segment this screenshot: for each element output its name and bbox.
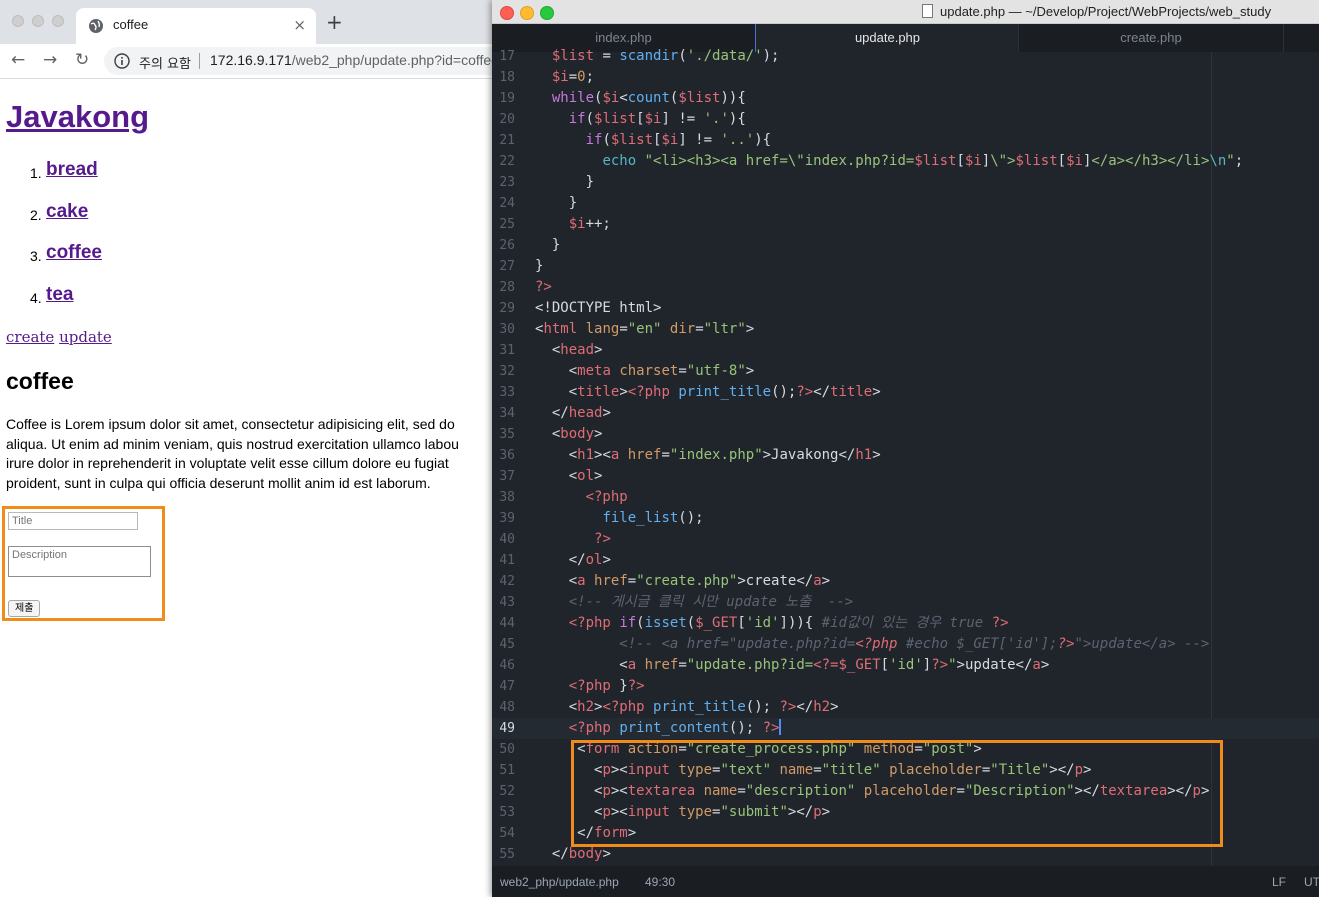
code-line: 32 <meta charset="utf-8"> (499, 363, 755, 379)
list-item: 1. bread (30, 159, 102, 201)
code-line: 36 <h1><a href="index.php">Javakong</h1> (499, 447, 881, 463)
tab-title: coffee (113, 17, 149, 32)
globe-icon (89, 19, 103, 33)
code-line: 33 <title><?php print_title();?></title> (499, 384, 881, 400)
code-line: 28 ?> (499, 279, 552, 295)
new-tab-button[interactable]: + (326, 12, 343, 32)
code-line: 19 while($i<count($list)){ (499, 90, 746, 106)
update-form: 제출 (2, 506, 165, 621)
text-caret (779, 719, 782, 735)
title-input[interactable] (8, 512, 138, 530)
code-line: 34 </head> (499, 405, 611, 421)
code-line: 44 <?php if(isset($_GET['id'])){ #id값이 있… (499, 615, 1009, 631)
close-tab-icon[interactable]: × (293, 16, 306, 34)
code-line: 18 $i=0; (499, 69, 595, 85)
code-line: 23 } (499, 174, 595, 190)
editor-close-button[interactable] (500, 6, 514, 20)
site-title: Javakong (6, 99, 149, 135)
list-number: 4. (30, 290, 42, 307)
code-line: 17 $list = scandir('./data/'); (499, 48, 780, 64)
list-number: 1. (30, 165, 42, 181)
code-line: 24 } (499, 195, 578, 211)
code-line: 29 <!DOCTYPE html> (499, 300, 662, 316)
code-line: 21 if($list[$i] != '..'){ (499, 132, 772, 148)
body-line: Coffee is Lorem ipsum dolor sit amet, co… (6, 416, 455, 432)
code-line: 20 if($list[$i] != '.'){ (499, 111, 746, 127)
code-line: 45 <!-- <a href="update.php?id=<?php #ec… (499, 636, 1210, 652)
code-line: 31 <head> (499, 342, 603, 358)
list-number: 2. (30, 206, 42, 223)
editor-window: update.php — ~/Develop/Project/WebProjec… (492, 0, 1319, 897)
code-line: 48 <h2><?php print_title(); ?></h2> (499, 699, 839, 715)
code-line: 37 <ol> (499, 468, 603, 484)
status-cursor-position[interactable]: 49:30 (645, 875, 675, 889)
status-line-ending[interactable]: LF (1272, 875, 1286, 889)
url-path: /web2_php/update.php?id=coffee (291, 52, 499, 68)
zoom-window-button[interactable] (52, 15, 64, 27)
code-line: 22 echo "<li><h3><a href=\"index.php?id=… (499, 153, 1244, 169)
security-warning[interactable]: 주의 요함 (139, 53, 191, 72)
code-line: 41 </ol> (499, 552, 611, 568)
address-separator (199, 53, 200, 69)
file-link-coffee[interactable]: coffee (46, 242, 102, 263)
forward-arrow-icon[interactable]: → (43, 50, 57, 70)
editor-titlebar: update.php — ~/Develop/Project/WebProjec… (492, 0, 1319, 24)
code-line: 27} (499, 258, 544, 274)
code-line: 43 <!-- 게시글 클릭 시만 update 노출 --> (499, 594, 854, 610)
form-code-highlight (571, 740, 1223, 847)
page-heading: coffee (6, 368, 74, 394)
code-line: 38 <?php (499, 489, 628, 505)
status-file-path[interactable]: web2_php/update.php (500, 875, 619, 889)
submit-button[interactable]: 제출 (8, 600, 41, 617)
action-links: create update (6, 328, 112, 346)
file-list: 1. bread 2. cake 3. coffee 4. tea (0, 159, 102, 326)
code-line: 47 <?php }?> (499, 678, 645, 694)
code-line: 40 ?> (499, 531, 611, 547)
body-line: aliqua. Ut enim ad minim veniam, quis no… (6, 435, 459, 452)
description-textarea[interactable] (8, 546, 151, 577)
file-link-tea[interactable]: tea (46, 284, 73, 305)
editor-status-bar: web2_php/update.php 49:30 LF UT (492, 866, 1319, 897)
url-text[interactable]: 172.16.9.171/web2_php/update.php?id=coff… (210, 52, 499, 68)
code-line: 39 file_list(); (499, 510, 704, 526)
body-line: proident, sunt in culpa qui officia dese… (6, 474, 431, 491)
code-line: 55 </body> (499, 846, 611, 862)
back-arrow-icon[interactable]: ← (11, 50, 25, 70)
editor-zoom-button[interactable] (540, 6, 554, 20)
file-link-cake[interactable]: cake (46, 201, 88, 222)
body-text: Coffee is Lorem ipsum dolor sit amet, co… (6, 415, 496, 493)
editor-window-title: update.php — ~/Develop/Project/WebProjec… (940, 4, 1272, 19)
list-item: 2. cake (30, 201, 102, 243)
code-line: 25 $i++; (499, 216, 611, 232)
code-line: 35 <body> (499, 426, 603, 442)
file-link-bread[interactable]: bread (46, 159, 98, 180)
file-icon (922, 4, 933, 18)
browser-tab[interactable]: coffee × (76, 8, 316, 44)
update-link[interactable]: update (59, 328, 112, 346)
close-window-button[interactable] (12, 15, 24, 27)
list-item: 4. tea (30, 284, 102, 326)
code-line-current: 49 <?php print_content(); ?> (492, 718, 1319, 739)
create-link[interactable]: create (6, 328, 54, 346)
reload-icon[interactable]: ↻ (75, 50, 89, 70)
list-item: 3. coffee (30, 242, 102, 284)
code-line: 42 <a href="create.php">create</a> (499, 573, 831, 589)
info-icon[interactable] (114, 53, 130, 69)
url-host: 172.16.9.171 (210, 52, 292, 68)
editor-minimize-button[interactable] (520, 6, 534, 20)
code-line: 46 <a href="update.php?id=<?=$_GET['id']… (499, 657, 1050, 673)
body-line: irure dolor in reprehenderit in voluptat… (6, 455, 449, 471)
list-number: 3. (30, 248, 42, 265)
minimize-window-button[interactable] (32, 15, 44, 27)
site-title-link[interactable]: Javakong (6, 99, 149, 134)
status-encoding[interactable]: UT (1304, 875, 1319, 889)
code-line: 26 } (499, 237, 561, 253)
code-line: 30 <html lang="en" dir="ltr"> (499, 321, 755, 337)
